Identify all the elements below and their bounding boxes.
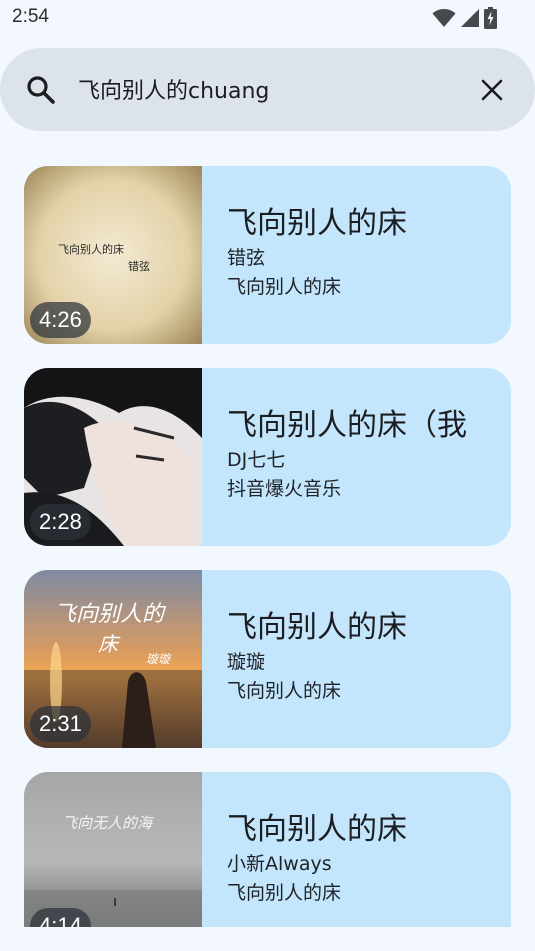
search-icon[interactable] (26, 75, 56, 105)
duration-badge: 2:28 (30, 504, 91, 540)
result-card[interactable]: 2:28 飞向别人的床（我 DJ七七 抖音爆火音乐 (24, 368, 511, 546)
cover-caption: 错弦 (128, 260, 150, 273)
close-icon[interactable] (479, 77, 505, 103)
cover-caption: 飞向别人的 (54, 602, 165, 627)
card-text: 飞向别人的床 小新Always 飞向别人的床 (227, 810, 511, 908)
cover-caption: 飞向别人的床 (58, 243, 124, 256)
artist-name: 小新Always (227, 853, 332, 875)
album-cover: 飞向别人的 床 璇璇 2:31 (24, 570, 202, 748)
duration-badge: 4:26 (30, 302, 91, 338)
wifi-icon (432, 9, 456, 27)
artist-name: 错弦 (227, 247, 266, 269)
result-card[interactable]: 飞向别人的 床 璇璇 2:31 飞向别人的床 璇璇 飞向别人的床 (24, 570, 511, 748)
album-cover: 飞向别人的床 错弦 4:26 (24, 166, 202, 344)
album-name: 抖音爆火音乐 (227, 478, 342, 500)
status-bar: 2:54 (0, 0, 535, 36)
result-card[interactable]: 飞向别人的床 错弦 4:26 飞向别人的床 错弦 飞向别人的床 (24, 166, 511, 344)
song-title: 飞向别人的床（我 (227, 408, 467, 443)
card-text: 飞向别人的床 错弦 飞向别人的床 (227, 204, 511, 302)
album-name: 飞向别人的床 (227, 882, 342, 904)
cover-caption: 璇璇 (146, 652, 171, 666)
song-title: 飞向别人的床 (227, 206, 407, 241)
cover-caption: 床 (98, 632, 118, 656)
status-time: 2:54 (12, 6, 49, 27)
card-text: 飞向别人的床 璇璇 飞向别人的床 (227, 608, 511, 706)
results-list: 飞向别人的床 错弦 4:26 飞向别人的床 错弦 飞向别人的床 2:28 飞向别… (0, 144, 535, 927)
duration-badge: 2:31 (30, 706, 91, 742)
album-name: 飞向别人的床 (227, 276, 342, 298)
album-cover: 飞向无人的海 4:14 (24, 772, 202, 927)
search-input[interactable] (78, 68, 458, 110)
artist-name: 璇璇 (227, 651, 266, 673)
search-bar (0, 48, 535, 131)
result-card[interactable]: 飞向无人的海 4:14 飞向别人的床 小新Always 飞向别人的床 (24, 772, 511, 927)
artist-name: DJ七七 (227, 449, 286, 471)
song-title: 飞向别人的床 (227, 812, 407, 847)
cover-caption: 飞向无人的海 (62, 814, 153, 832)
album-name: 飞向别人的床 (227, 680, 342, 702)
duration-badge: 4:14 (30, 908, 91, 927)
status-icons (432, 7, 497, 29)
song-title: 飞向别人的床 (227, 610, 407, 645)
cellular-signal-icon (461, 9, 479, 27)
battery-charging-icon (484, 7, 497, 29)
album-cover: 2:28 (24, 368, 202, 546)
card-text: 飞向别人的床（我 DJ七七 抖音爆火音乐 (227, 406, 511, 504)
